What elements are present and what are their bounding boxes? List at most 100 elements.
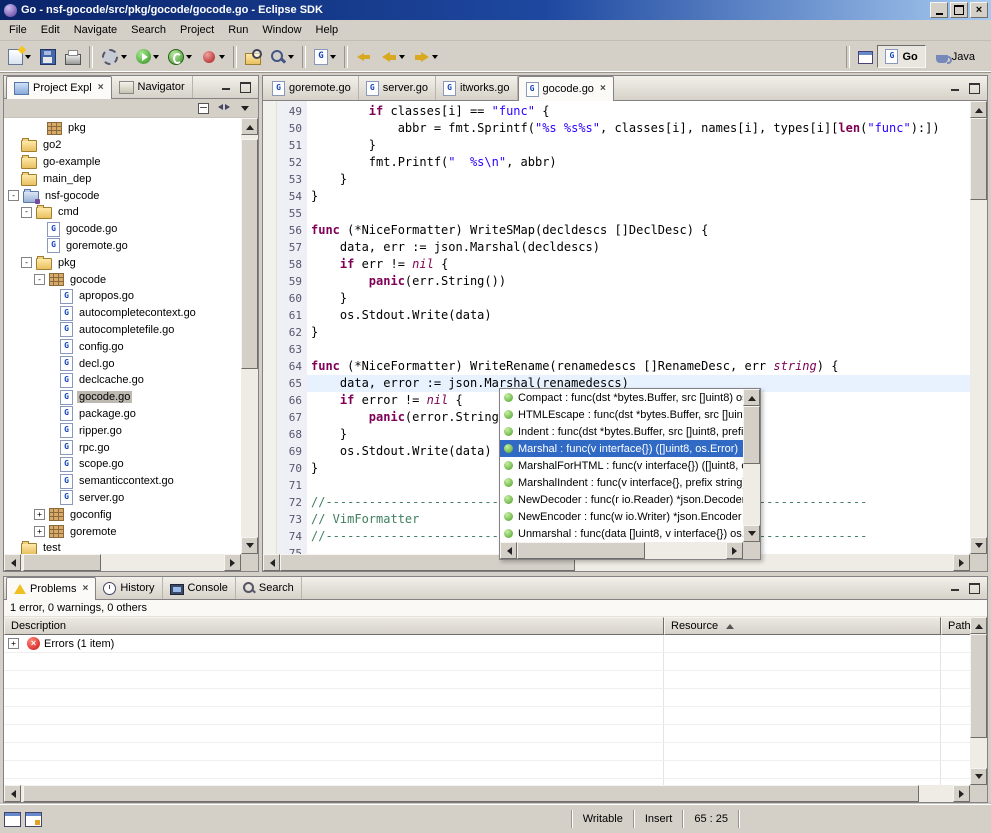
menu-help[interactable]: Help: [309, 22, 346, 38]
explorer-vertical-scrollbar[interactable]: [241, 118, 258, 554]
close-icon[interactable]: ×: [600, 84, 606, 94]
view-menu-button[interactable]: [236, 101, 254, 116]
code-line-49[interactable]: if classes[i] == "func" {: [307, 103, 970, 120]
editor-tab-goremote-go[interactable]: Ggoremote.go: [265, 76, 359, 100]
go-status-icon[interactable]: [25, 812, 42, 827]
new-button[interactable]: [4, 44, 35, 70]
code-line-63[interactable]: [307, 341, 970, 358]
scroll-left-button[interactable]: [4, 785, 21, 802]
open-perspective-button[interactable]: [854, 44, 877, 70]
scroll-down-button[interactable]: [241, 537, 258, 554]
scroll-right-button[interactable]: [953, 554, 970, 571]
scroll-left-button[interactable]: [263, 554, 280, 571]
code-line-60[interactable]: }: [307, 290, 970, 307]
line-number-ruler[interactable]: 4950515253545556575859606162636465666768…: [277, 101, 307, 554]
editor-tab-itworks-go[interactable]: Gitworks.go: [436, 76, 518, 100]
link-with-editor-button[interactable]: [215, 101, 233, 116]
tree-item-config-go[interactable]: Gconfig.go: [4, 338, 241, 355]
completion-item-indent[interactable]: Indent : func(dst *bytes.Buffer, src []u…: [500, 423, 743, 440]
tree-item-rpc-go[interactable]: Grpc.go: [4, 439, 241, 456]
search-button[interactable]: [266, 44, 298, 70]
dropdown-arrow-icon[interactable]: [432, 55, 438, 59]
completion-item-marshalindent[interactable]: MarshalIndent : func(v interface{}, pref…: [500, 474, 743, 491]
tree-item-go-example[interactable]: go-example: [4, 154, 241, 171]
tree-item-goremote[interactable]: +goremote: [4, 523, 241, 540]
scroll-down-button[interactable]: [743, 525, 760, 542]
code-line-55[interactable]: [307, 205, 970, 222]
fast-view-icon[interactable]: [4, 812, 21, 827]
scrollbar-track[interactable]: [21, 785, 953, 802]
minimize-editor-button[interactable]: [946, 81, 963, 95]
run-button[interactable]: [132, 44, 163, 70]
dropdown-arrow-icon[interactable]: [330, 55, 336, 59]
maximize-view-button[interactable]: [966, 581, 983, 595]
minimize-view-button[interactable]: [946, 581, 963, 595]
scrollbar-track[interactable]: [743, 406, 760, 525]
menu-run[interactable]: Run: [221, 22, 255, 38]
problems-row-errors-1-item[interactable]: +×Errors (1 item): [4, 635, 970, 653]
scrollbar-track[interactable]: [21, 554, 224, 571]
collapse-icon[interactable]: -: [21, 257, 32, 268]
code-line-59[interactable]: panic(err.String()): [307, 273, 970, 290]
explorer-horizontal-scrollbar[interactable]: [4, 554, 241, 571]
completion-item-marshalforhtml[interactable]: MarshalForHTML : func(v interface{}) ([]…: [500, 457, 743, 474]
collapse-icon[interactable]: -: [21, 207, 32, 218]
menu-navigate[interactable]: Navigate: [67, 22, 124, 38]
dropdown-arrow-icon[interactable]: [153, 55, 159, 59]
tree-item-ripper-go[interactable]: Gripper.go: [4, 422, 241, 439]
dropdown-arrow-icon[interactable]: [121, 55, 127, 59]
new-go-element-button[interactable]: G: [310, 44, 340, 70]
editor-tab-server-go[interactable]: Gserver.go: [359, 76, 436, 100]
dropdown-arrow-icon[interactable]: [186, 55, 192, 59]
scroll-up-button[interactable]: [970, 617, 987, 634]
tree-item-goconfig[interactable]: +goconfig: [4, 506, 241, 523]
maximize-view-button[interactable]: [237, 80, 254, 94]
last-edit-location-button[interactable]: [352, 44, 376, 70]
menu-file[interactable]: File: [2, 22, 34, 38]
scroll-left-button[interactable]: [4, 554, 21, 571]
tree-item-goremote-go[interactable]: Ggoremote.go: [4, 238, 241, 255]
scroll-down-button[interactable]: [970, 537, 987, 554]
tree-item-scope-go[interactable]: Gscope.go: [4, 456, 241, 473]
view-tab-console[interactable]: Console: [163, 577, 236, 599]
maximize-editor-button[interactable]: [966, 81, 983, 95]
scrollbar-track[interactable]: [970, 634, 987, 768]
close-icon[interactable]: ×: [82, 584, 88, 594]
dropdown-arrow-icon[interactable]: [288, 55, 294, 59]
perspective-java[interactable]: Java: [928, 47, 983, 67]
print-button[interactable]: [61, 44, 85, 70]
code-line-61[interactable]: os.Stdout.Write(data): [307, 307, 970, 324]
column-description[interactable]: Description: [4, 617, 664, 635]
menu-window[interactable]: Window: [255, 22, 308, 38]
dropdown-arrow-icon[interactable]: [399, 55, 405, 59]
collapse-icon[interactable]: -: [8, 190, 19, 201]
close-icon[interactable]: ×: [98, 83, 104, 93]
completion-item-compact[interactable]: Compact : func(dst *bytes.Buffer, src []…: [500, 389, 743, 406]
popup-vertical-scrollbar[interactable]: [743, 389, 760, 542]
code-line-51[interactable]: }: [307, 137, 970, 154]
code-line-58[interactable]: if err != nil {: [307, 256, 970, 273]
column-path[interactable]: Path: [941, 617, 972, 635]
menu-search[interactable]: Search: [124, 22, 173, 38]
menu-project[interactable]: Project: [173, 22, 221, 38]
profile-button[interactable]: [197, 44, 229, 70]
completion-item-newdecoder[interactable]: NewDecoder : func(r io.Reader) *json.Dec…: [500, 491, 743, 508]
debug-button[interactable]: [97, 44, 131, 70]
tree-item-cmd[interactable]: -cmd: [4, 204, 241, 221]
close-button[interactable]: ×: [970, 2, 988, 18]
tree-item-declcache-go[interactable]: Gdeclcache.go: [4, 372, 241, 389]
expand-icon[interactable]: +: [8, 638, 19, 649]
scroll-up-button[interactable]: [241, 118, 258, 135]
tree-item-apropos-go[interactable]: Gapropos.go: [4, 288, 241, 305]
scroll-up-button[interactable]: [743, 389, 760, 406]
code-line-52[interactable]: fmt.Printf(" %s\n", abbr): [307, 154, 970, 171]
scrollbar-thumb[interactable]: [970, 634, 987, 738]
view-tab-problems[interactable]: Problems×: [6, 577, 96, 600]
tree-item-gocode-go[interactable]: Ggocode.go: [4, 389, 241, 406]
scroll-right-button[interactable]: [224, 554, 241, 571]
code-line-54[interactable]: }: [307, 188, 970, 205]
scrollbar-thumb[interactable]: [517, 542, 645, 559]
tree-item-pkg[interactable]: -pkg: [4, 254, 241, 271]
collapse-icon[interactable]: -: [34, 274, 45, 285]
scrollbar-thumb[interactable]: [23, 785, 919, 802]
